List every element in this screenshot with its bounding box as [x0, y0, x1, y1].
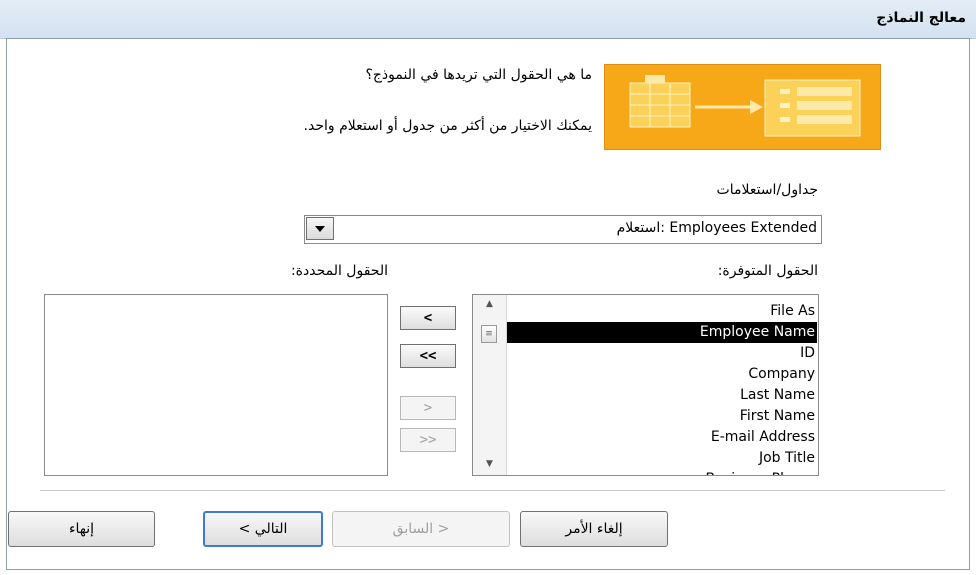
list-item[interactable]: Company [507, 364, 817, 385]
remove-all-fields-button[interactable]: >> [400, 428, 456, 452]
back-button[interactable]: < السابق [332, 511, 510, 547]
selected-fields-label: الحقول المحددة: [290, 263, 388, 279]
scroll-down-arrow-icon[interactable]: ▼ [473, 455, 506, 473]
multi-source-hint: يمكنك الاختيار من أكثر من جدول أو استعلا… [303, 118, 592, 134]
window-title: معالج النماذج [876, 10, 966, 26]
available-fields-items: File As Employee Name ID Company Last Name Fi… [507, 301, 817, 475]
available-fields-list[interactable]: ▲ ≡ ▼ File As Employee Name ID Company Last … [472, 294, 819, 476]
fields-question: ما هي الحقول التي تريدها في النموذج؟ [365, 67, 592, 83]
cancel-button[interactable]: إلغاء الأمر [520, 511, 668, 547]
next-button[interactable]: التالي > [203, 511, 323, 547]
finish-button[interactable]: إنهاء [8, 511, 155, 547]
tables-queries-label: جداول/استعلامات [716, 182, 818, 198]
list-item[interactable]: ID [507, 343, 817, 364]
list-item[interactable]: Job Title [507, 448, 817, 469]
selected-fields-list[interactable] [44, 294, 388, 476]
form-wizard-illustration [604, 64, 881, 150]
add-field-button[interactable]: < [400, 306, 456, 330]
combobox-value: استعلام: Employees Extended [616, 220, 817, 236]
add-all-fields-button[interactable]: << [400, 344, 456, 368]
list-item[interactable]: Employee Name [507, 322, 817, 343]
footer-divider [40, 490, 945, 491]
remove-field-button[interactable]: > [400, 396, 456, 420]
chevron-down-icon [315, 225, 325, 232]
scroll-up-arrow-icon[interactable]: ▲ [473, 295, 506, 313]
title-bar: معالج النماذج [0, 0, 976, 39]
scroll-thumb[interactable]: ≡ [481, 325, 497, 343]
list-item[interactable]: E-mail Address [507, 427, 817, 448]
list-item[interactable]: First Name [507, 406, 817, 427]
wizard-banner-image [604, 64, 951, 165]
tables-queries-combobox[interactable]: استعلام: Employees Extended [304, 215, 822, 244]
list-item[interactable]: Last Name [507, 385, 817, 406]
list-item[interactable]: Business Phone [507, 469, 817, 475]
list-item[interactable]: File As [507, 301, 817, 322]
fields-scrollbar[interactable]: ▲ ≡ ▼ [473, 295, 507, 475]
available-fields-label: الحقول المتوفرة: [717, 263, 818, 279]
dropdown-button[interactable] [306, 217, 334, 240]
table-to-form-icon [629, 75, 861, 137]
